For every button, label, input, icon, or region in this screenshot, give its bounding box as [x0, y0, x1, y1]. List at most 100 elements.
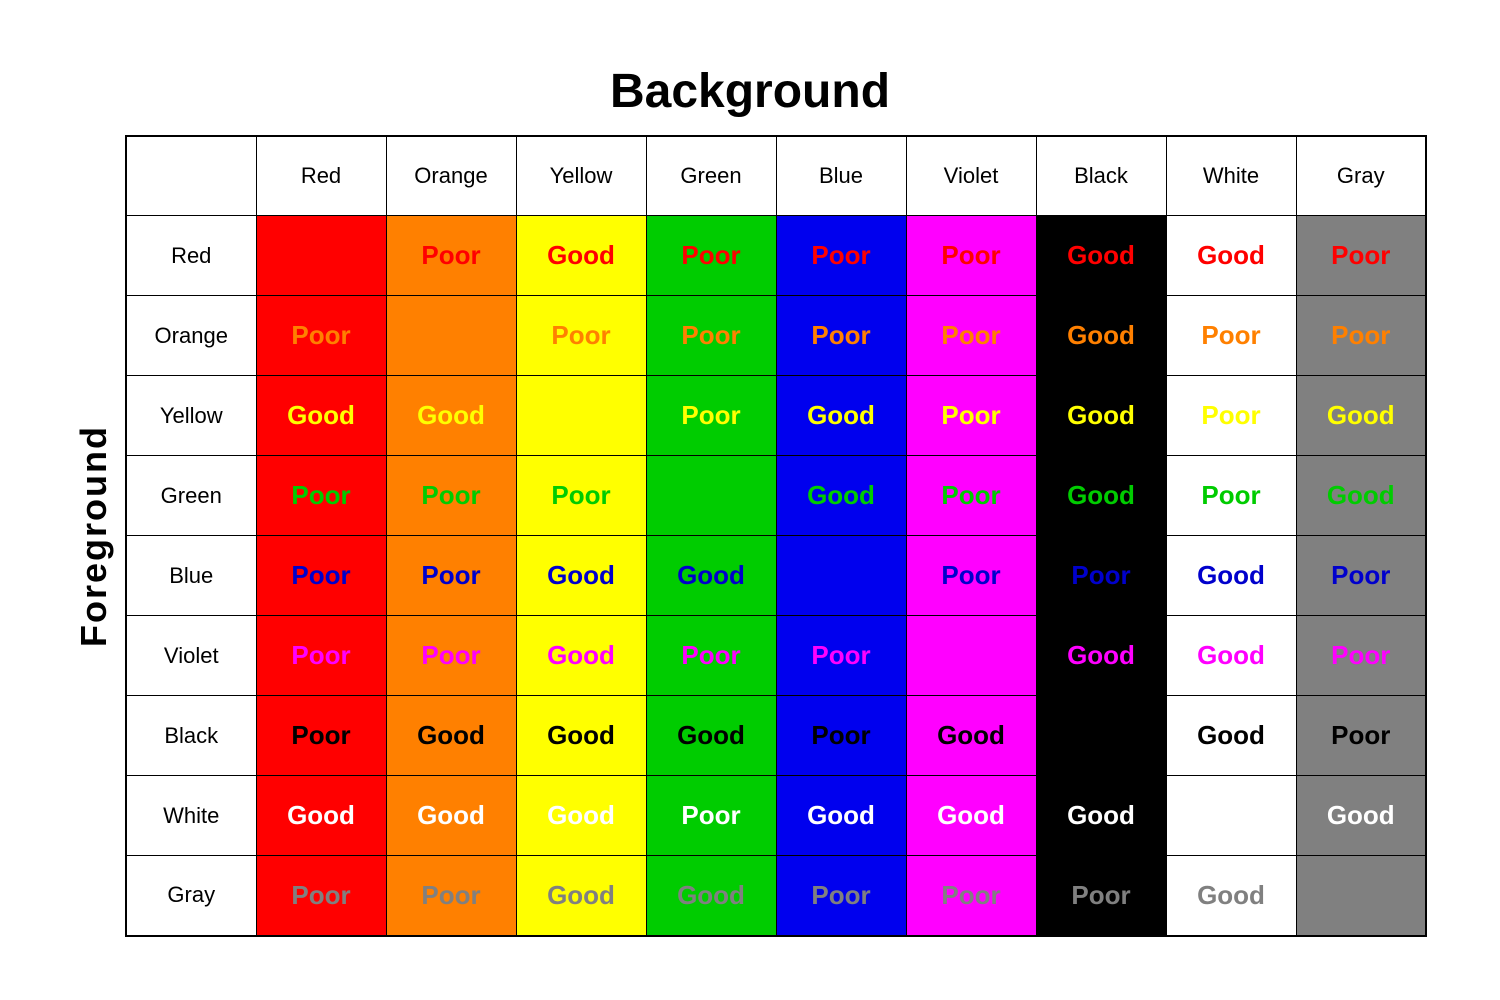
cell-green-violet: Poor	[906, 456, 1036, 536]
cell-green-red: Poor	[256, 456, 386, 536]
table-row: WhiteGoodGoodGoodPoorGoodGoodGoodGood	[126, 776, 1426, 856]
cell-yellow-orange: Good	[386, 376, 516, 456]
cell-green-yellow: Poor	[516, 456, 646, 536]
row-header-black: Black	[126, 696, 256, 776]
cell-red-black: Good	[1036, 216, 1166, 296]
col-header-green: Green	[646, 136, 776, 216]
cell-red-blue: Poor	[776, 216, 906, 296]
cell-orange-green: Poor	[646, 296, 776, 376]
col-header-black: Black	[1036, 136, 1166, 216]
table-row: YellowGoodGoodPoorGoodPoorGoodPoorGood	[126, 376, 1426, 456]
cell-yellow-black: Good	[1036, 376, 1166, 456]
cell-yellow-violet: Poor	[906, 376, 1036, 456]
cell-black-white: Good	[1166, 696, 1296, 776]
cell-white-violet: Good	[906, 776, 1036, 856]
row-header-red: Red	[126, 216, 256, 296]
cell-white-gray: Good	[1296, 776, 1426, 856]
col-header-orange: Orange	[386, 136, 516, 216]
table-row: RedPoorGoodPoorPoorPoorGoodGoodPoor	[126, 216, 1426, 296]
cell-yellow-green: Poor	[646, 376, 776, 456]
col-header-yellow: Yellow	[516, 136, 646, 216]
cell-black-green: Good	[646, 696, 776, 776]
cell-violet-green: Poor	[646, 616, 776, 696]
cell-green-gray: Good	[1296, 456, 1426, 536]
cell-white-green: Poor	[646, 776, 776, 856]
cell-orange-blue: Poor	[776, 296, 906, 376]
cell-red-white: Good	[1166, 216, 1296, 296]
table-row: VioletPoorPoorGoodPoorPoorGoodGoodPoor	[126, 616, 1426, 696]
cell-violet-blue: Poor	[776, 616, 906, 696]
cell-violet-red: Poor	[256, 616, 386, 696]
row-header-yellow: Yellow	[126, 376, 256, 456]
cell-blue-violet: Poor	[906, 536, 1036, 616]
table-row: BlackPoorGoodGoodGoodPoorGoodGoodPoor	[126, 696, 1426, 776]
cell-gray-violet: Poor	[906, 856, 1036, 936]
cell-red-orange: Poor	[386, 216, 516, 296]
cell-red-red	[256, 216, 386, 296]
cell-violet-orange: Poor	[386, 616, 516, 696]
cell-yellow-white: Poor	[1166, 376, 1296, 456]
row-header-white: White	[126, 776, 256, 856]
cell-orange-orange	[386, 296, 516, 376]
col-header-white: White	[1166, 136, 1296, 216]
cell-red-gray: Poor	[1296, 216, 1426, 296]
cell-blue-green: Good	[646, 536, 776, 616]
cell-yellow-gray: Good	[1296, 376, 1426, 456]
cell-blue-red: Poor	[256, 536, 386, 616]
cell-white-yellow: Good	[516, 776, 646, 856]
cell-white-black: Good	[1036, 776, 1166, 856]
col-header-violet: Violet	[906, 136, 1036, 216]
cell-white-red: Good	[256, 776, 386, 856]
row-header-violet: Violet	[126, 616, 256, 696]
cell-violet-violet	[906, 616, 1036, 696]
cell-red-green: Poor	[646, 216, 776, 296]
cell-white-orange: Good	[386, 776, 516, 856]
cell-gray-yellow: Good	[516, 856, 646, 936]
cell-gray-black: Poor	[1036, 856, 1166, 936]
cell-green-black: Good	[1036, 456, 1166, 536]
cell-blue-blue	[776, 536, 906, 616]
row-header-orange: Orange	[126, 296, 256, 376]
table-row: OrangePoorPoorPoorPoorPoorGoodPoorPoor	[126, 296, 1426, 376]
cell-gray-blue: Poor	[776, 856, 906, 936]
table-wrapper: Foreground Red Orange Yellow Green Blue …	[73, 135, 1427, 937]
cell-orange-gray: Poor	[1296, 296, 1426, 376]
cell-orange-white: Poor	[1166, 296, 1296, 376]
cell-gray-white: Good	[1166, 856, 1296, 936]
col-header-red: Red	[256, 136, 386, 216]
cell-violet-black: Good	[1036, 616, 1166, 696]
cell-blue-yellow: Good	[516, 536, 646, 616]
cell-black-red: Poor	[256, 696, 386, 776]
page-title: Background	[610, 64, 890, 119]
cell-gray-gray	[1296, 856, 1426, 936]
cell-violet-yellow: Good	[516, 616, 646, 696]
table-row: GrayPoorPoorGoodGoodPoorPoorPoorGood	[126, 856, 1426, 936]
col-header-gray: Gray	[1296, 136, 1426, 216]
corner-header	[126, 136, 256, 216]
cell-red-yellow: Good	[516, 216, 646, 296]
header-row: Red Orange Yellow Green Blue Violet Blac…	[126, 136, 1426, 216]
cell-orange-red: Poor	[256, 296, 386, 376]
cell-green-green	[646, 456, 776, 536]
cell-yellow-yellow	[516, 376, 646, 456]
cell-black-yellow: Good	[516, 696, 646, 776]
cell-black-violet: Good	[906, 696, 1036, 776]
cell-black-gray: Poor	[1296, 696, 1426, 776]
cell-green-blue: Good	[776, 456, 906, 536]
cell-gray-green: Good	[646, 856, 776, 936]
cell-green-orange: Poor	[386, 456, 516, 536]
cell-yellow-red: Good	[256, 376, 386, 456]
page-container: Background Foreground Red Orange Yellow …	[20, 64, 1480, 937]
cell-black-black	[1036, 696, 1166, 776]
cell-white-blue: Good	[776, 776, 906, 856]
cell-white-white	[1166, 776, 1296, 856]
row-header-gray: Gray	[126, 856, 256, 936]
contrast-table: Red Orange Yellow Green Blue Violet Blac…	[125, 135, 1427, 937]
table-row: BluePoorPoorGoodGoodPoorPoorGoodPoor	[126, 536, 1426, 616]
cell-black-orange: Good	[386, 696, 516, 776]
vertical-label: Foreground	[73, 425, 115, 647]
row-header-blue: Blue	[126, 536, 256, 616]
row-header-green: Green	[126, 456, 256, 536]
cell-orange-yellow: Poor	[516, 296, 646, 376]
cell-violet-gray: Poor	[1296, 616, 1426, 696]
